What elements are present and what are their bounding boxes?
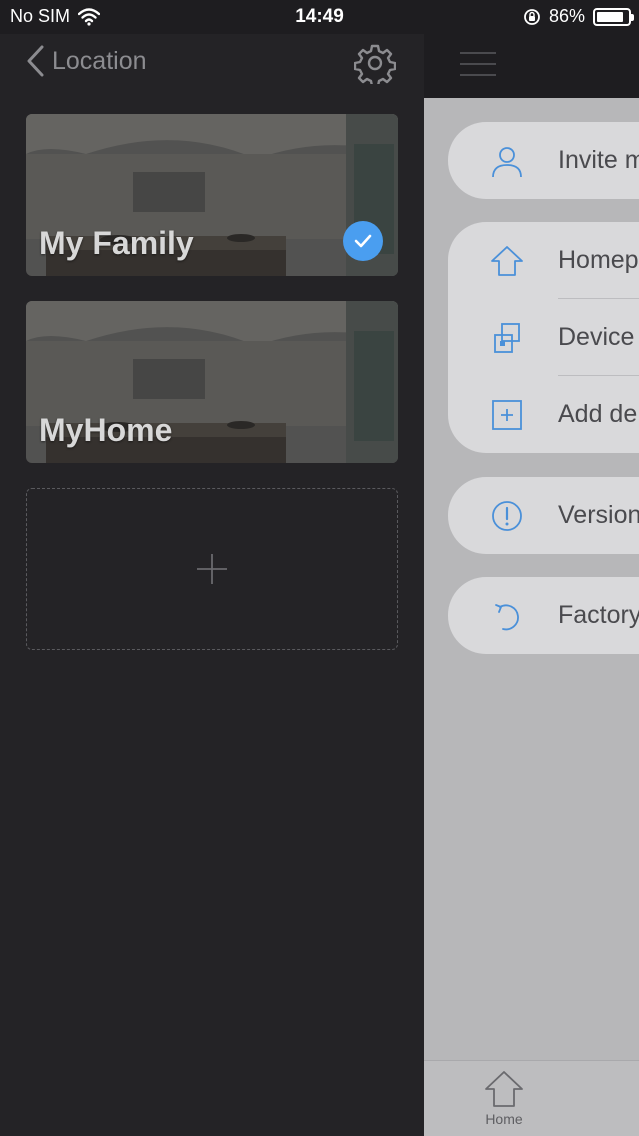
menu-item-label: Factory (558, 601, 639, 629)
menu-item-label: Homep (558, 246, 639, 274)
plus-icon (197, 554, 227, 584)
main-panel: Invite m Homep Device Add de Version Fac… (424, 34, 639, 1136)
plus-square-icon (492, 400, 522, 430)
menu-group: Factory (448, 577, 639, 654)
status-right: 86% (523, 6, 634, 27)
add-location-button[interactable] (26, 488, 398, 650)
drawer-title: Location (52, 46, 147, 75)
rotation-lock-icon (524, 8, 540, 25)
tab-bar: Home (424, 1060, 639, 1136)
battery-icon (593, 7, 634, 26)
menu-item-devices[interactable]: Device (448, 299, 639, 376)
person-icon (492, 147, 522, 178)
info-icon (492, 501, 522, 531)
tab-label: Home (485, 1111, 523, 1127)
drawer-header: Location (0, 34, 424, 98)
menu-item-invite[interactable]: Invite m (448, 122, 639, 199)
menu-item-label: Add de (558, 400, 638, 428)
menu-group: Homep Device Add de (448, 222, 639, 453)
house-icon (491, 246, 523, 276)
menu-item-factory-reset[interactable]: Factory (448, 577, 639, 654)
menu-icon[interactable] (460, 52, 496, 80)
location-drawer: Location My Family MyHome (0, 34, 424, 1136)
menu-group: Invite m (448, 122, 639, 199)
chevron-left-icon (27, 45, 44, 77)
back-button[interactable]: Location (24, 44, 147, 78)
status-bar: No SIM 14:49 86% (0, 0, 639, 34)
battery-percent: 86% (548, 6, 585, 26)
menu-group: Version (448, 477, 639, 554)
location-card[interactable]: MyHome (26, 301, 398, 463)
battery-fill (597, 11, 623, 22)
reset-icon (495, 604, 519, 631)
location-name: My Family (39, 225, 194, 261)
gear-icon (353, 44, 397, 88)
devices-icon (494, 323, 520, 353)
menu-item-label: Invite m (558, 146, 639, 174)
selected-check-icon (343, 221, 383, 261)
menu-item-label: Version (558, 501, 639, 529)
house-icon (485, 1071, 523, 1107)
location-name: MyHome (39, 412, 173, 448)
menu-item-label: Device (558, 323, 635, 351)
menu-item-version[interactable]: Version (448, 477, 639, 554)
location-card[interactable]: My Family (26, 114, 398, 276)
main-topbar (424, 34, 639, 98)
settings-button[interactable] (353, 42, 397, 88)
tab-home[interactable]: Home (474, 1069, 534, 1133)
menu-item-homepage[interactable]: Homep (448, 222, 639, 299)
menu-item-add-device[interactable]: Add de (448, 376, 639, 453)
